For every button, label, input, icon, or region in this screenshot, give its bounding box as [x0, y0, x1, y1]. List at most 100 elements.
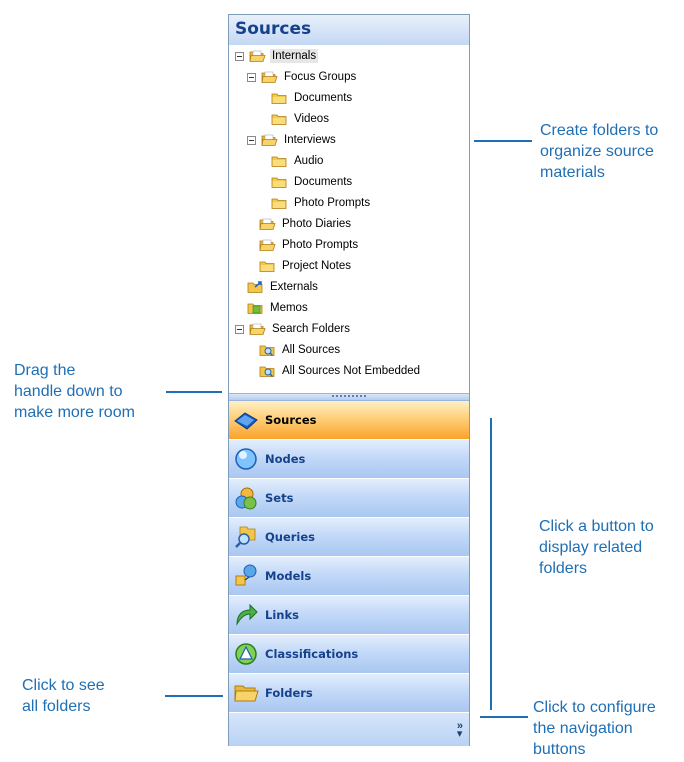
nav-button-queries[interactable]: Queries: [229, 518, 469, 557]
open-folder-icon: [249, 323, 266, 335]
callout-line-2: the navigation: [533, 720, 633, 737]
callout-line-drag-handle: [166, 391, 222, 393]
callout-line-1: Click a button to: [539, 518, 654, 535]
nav-button-label: Folders: [265, 686, 313, 700]
callout-line-3: materials: [540, 164, 605, 181]
tree-item[interactable]: Photo Diaries: [259, 214, 353, 234]
nav-button-label: Classifications: [265, 647, 359, 661]
tree-item-label: Photo Diaries: [282, 218, 352, 230]
collapse-icon[interactable]: [235, 51, 244, 61]
callout-line-1: Create folders to: [540, 122, 659, 139]
callout-drag-handle: Drag the handle down to make more room: [14, 360, 135, 423]
tree-item[interactable]: Audio: [271, 151, 325, 171]
tree-item[interactable]: Videos: [271, 109, 331, 129]
nav-button-folders[interactable]: Folders: [229, 674, 469, 713]
navigation-buttons: Sources Nodes Sets Queries Models Links Classi…: [229, 401, 469, 746]
callout-line-1: Click to configure: [533, 699, 656, 716]
tree-item-label: Search Folders: [272, 323, 350, 335]
open-folder-icon: [261, 134, 278, 146]
callout-line-2: handle down to: [14, 383, 123, 400]
callout-line-2: organize source: [540, 143, 654, 160]
callout-line-1: Click to see: [22, 677, 105, 694]
open-folder-icon: [249, 50, 266, 62]
links-icon: [236, 603, 258, 626]
callout-create-folders: Create folders to organize source materi…: [540, 120, 658, 183]
nav-button-label: Models: [265, 569, 312, 583]
chevron-double-right-icon[interactable]: » ▾: [457, 721, 463, 740]
open-folder-icon: [261, 71, 278, 83]
nav-button-models[interactable]: Models: [229, 557, 469, 596]
callout-line-3: make more room: [14, 404, 135, 421]
tree-item[interactable]: Memos: [247, 298, 310, 318]
collapse-icon[interactable]: [247, 135, 256, 145]
tree-item[interactable]: Externals: [247, 277, 320, 297]
tree-item[interactable]: Focus Groups: [247, 67, 358, 87]
grip-dots: [332, 395, 366, 399]
classifications-icon: [235, 643, 257, 665]
externals-folder-icon: [247, 281, 263, 293]
nav-button-label: Sets: [265, 491, 294, 505]
callout-click-see: Click to see all folders: [22, 675, 105, 717]
callout-click-button: Click a button to display related folder…: [539, 516, 654, 579]
nav-button-sets[interactable]: Sets: [229, 479, 469, 518]
memos-folder-icon: [247, 303, 263, 314]
tree-item[interactable]: All Sources Not Embedded: [259, 361, 422, 381]
tree-item[interactable]: Photo Prompts: [271, 193, 372, 213]
tree-item-label: Videos: [294, 113, 329, 125]
models-icon: [235, 564, 257, 586]
folder-tree: Internals Focus Groups Documents Videos Inte…: [229, 45, 469, 393]
tree-item[interactable]: Interviews: [247, 130, 338, 150]
callout-line-3: folders: [539, 560, 588, 577]
tree-item-label: Focus Groups: [284, 71, 357, 83]
open-folder-icon: [259, 218, 276, 230]
folder-icon: [271, 114, 287, 125]
callout-line-1: Drag the: [14, 362, 76, 379]
collapse-icon[interactable]: [235, 324, 244, 334]
tree-item[interactable]: Documents: [271, 88, 354, 108]
sets-icon: [235, 487, 257, 510]
nav-button-nodes[interactable]: Nodes: [229, 440, 469, 479]
nav-button-sources[interactable]: Sources: [229, 401, 469, 440]
tree-item[interactable]: Project Notes: [259, 256, 353, 276]
tree-item[interactable]: Documents: [271, 172, 354, 192]
folders-icon: [234, 685, 259, 702]
tree-item-label: Memos: [270, 302, 308, 314]
tree-item-label: Documents: [294, 92, 353, 104]
collapse-icon[interactable]: [247, 72, 256, 82]
nav-button-classifications[interactable]: Classifications: [229, 635, 469, 674]
splitter-handle[interactable]: [229, 393, 469, 401]
tree-item-label: Internals: [270, 49, 319, 63]
nav-button-label: Nodes: [265, 452, 306, 466]
tree-item-label: Photo Prompts: [294, 197, 371, 209]
tree-item[interactable]: Search Folders: [235, 319, 352, 339]
nav-button-links[interactable]: Links: [229, 596, 469, 635]
tree-item[interactable]: Internals: [235, 46, 319, 66]
tree-item-label: Project Notes: [282, 260, 352, 272]
nav-button-label: Queries: [265, 530, 316, 544]
search-folder-icon: [259, 366, 275, 377]
callout-click-configure: Click to configure the navigation button…: [533, 697, 656, 760]
callout-line-2: all folders: [22, 698, 91, 715]
callout-line-see-folders: [165, 695, 223, 697]
callout-line-3: buttons: [533, 741, 586, 758]
callout-bracket-nav-buttons: [490, 418, 492, 710]
tree-item[interactable]: All Sources: [259, 340, 342, 360]
panel-title: Sources: [229, 15, 469, 45]
nav-button-label: Sources: [265, 413, 317, 427]
folder-icon: [271, 156, 287, 167]
callout-line-2: display related: [539, 539, 643, 556]
search-folder-icon: [259, 345, 275, 356]
tree-item-label: All Sources Not Embedded: [282, 365, 421, 377]
folder-icon: [271, 93, 287, 104]
callout-line-create-folders: [474, 140, 532, 142]
tree-item-label: Audio: [294, 155, 324, 167]
tree-item-label: Photo Prompts: [282, 239, 359, 251]
tree-item[interactable]: Photo Prompts: [259, 235, 360, 255]
nodes-icon: [235, 448, 257, 470]
tree-item-label: All Sources: [282, 344, 341, 356]
tree-item-label: Externals: [270, 281, 318, 293]
queries-icon: [235, 526, 256, 548]
nav-footer: » ▾: [229, 713, 469, 746]
open-folder-icon: [259, 239, 276, 251]
folder-icon: [271, 177, 287, 188]
